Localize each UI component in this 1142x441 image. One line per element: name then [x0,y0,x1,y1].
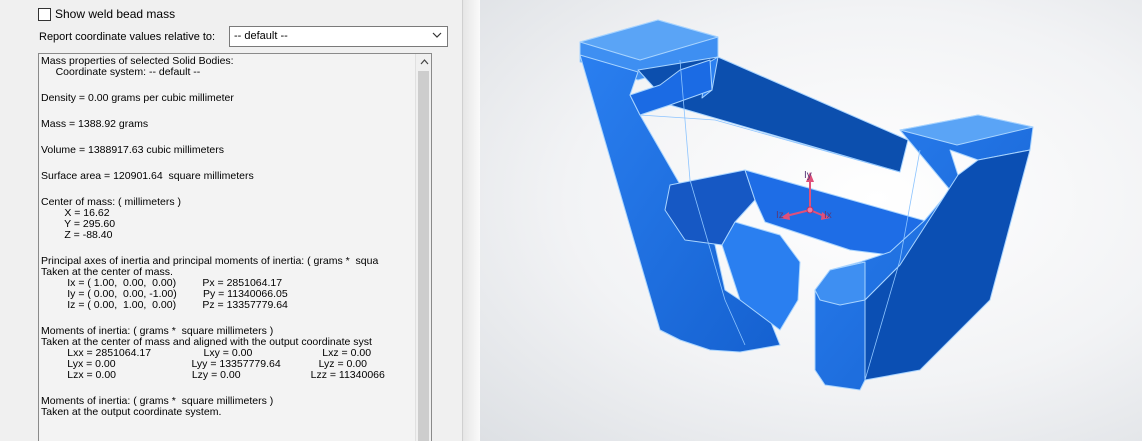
coordinate-system-dropdown[interactable]: -- default -- [229,26,448,47]
graphics-viewport[interactable]: Iy Iz Ix [480,0,1142,441]
report-text: Mass properties of selected Solid Bodies… [41,56,415,418]
show-weld-bead-mass-option[interactable]: Show weld bead mass [38,6,175,22]
report-line [41,130,415,145]
report-line [41,241,415,256]
mass-properties-panel: Show weld bead mass Report coordinate va… [0,0,462,441]
report-line: Volume = 1388917.63 cubic millimeters [41,144,224,156]
report-line: Taken at the output coordinate system. [41,406,222,418]
report-line: Lzx = 0.00 Lzy = 0.00 Lzz = 11340066 [41,369,385,381]
triad-label-ix: Ix [824,210,832,221]
report-line [41,78,415,93]
report-line [41,156,415,171]
panel-splitter[interactable] [462,0,480,441]
report-scrollbar[interactable] [415,54,431,441]
report-coordinates-row: Report coordinate values relative to: [39,26,219,48]
chevron-up-icon [420,58,428,64]
3d-model[interactable]: Iy Iz Ix [480,0,1142,441]
report-line [41,311,415,326]
report-line [41,104,415,119]
body-face [814,261,866,306]
report-coordinates-label: Report coordinate values relative to: [39,31,216,43]
report-line [41,381,415,396]
report-line [41,182,415,197]
scroll-up-button[interactable] [416,54,431,69]
report-line: Surface area = 120901.64 square millimet… [41,170,254,182]
coordinate-system-value: -- default -- [234,30,288,42]
report-line: Coordinate system: -- default -- [41,66,201,78]
report-line: Iz = ( 0.00, 1.00, 0.00) Pz = 13357779.6… [41,299,288,311]
show-weld-bead-mass-label: Show weld bead mass [55,7,176,21]
triad-label-iz: Iz [776,210,784,221]
triad-label-iy: Iy [804,170,812,181]
report-line: Z = -88.40 [41,229,113,241]
chevron-down-icon [432,32,442,38]
report-line: Mass = 1388.92 grams [41,118,149,130]
show-weld-bead-mass-checkbox[interactable] [38,7,51,21]
report-line: Density = 0.00 grams per cubic millimete… [41,92,234,104]
mass-properties-report[interactable]: Mass properties of selected Solid Bodies… [38,53,432,441]
scroll-thumb[interactable] [418,71,429,441]
